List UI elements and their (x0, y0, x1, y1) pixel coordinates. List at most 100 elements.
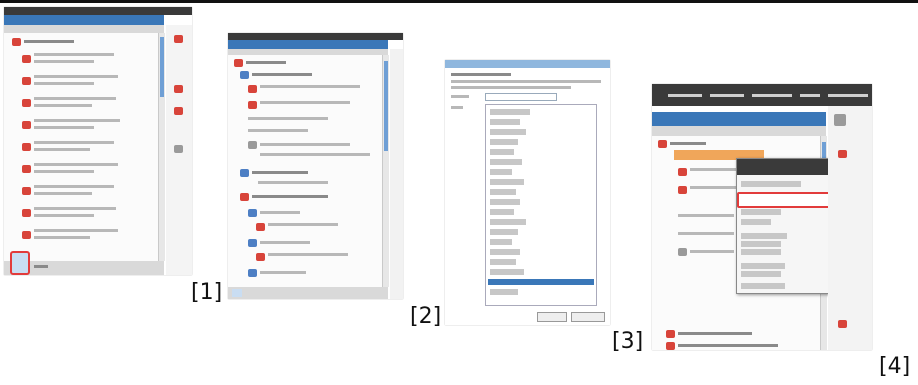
document-icon (248, 85, 257, 93)
document-icon (22, 165, 31, 173)
cancel-button[interactable] (571, 312, 605, 322)
list-option[interactable] (490, 289, 518, 295)
tree-row (670, 142, 706, 145)
toolbar-item[interactable] (800, 94, 820, 97)
scrollbar-thumb[interactable] (384, 61, 388, 151)
menu-item[interactable] (741, 181, 801, 187)
screenshot-1 (4, 7, 192, 275)
tree-list (228, 55, 388, 287)
right-pane (166, 25, 192, 275)
tree-row (34, 207, 116, 210)
screenshot-3 (445, 60, 610, 325)
list-option[interactable] (490, 209, 514, 215)
document-icon (174, 145, 183, 153)
folder-icon (666, 342, 675, 350)
menu-item[interactable] (741, 271, 781, 277)
field-label (451, 95, 469, 98)
tree-row (678, 344, 778, 347)
list-option[interactable] (490, 109, 530, 115)
list-option[interactable] (490, 239, 512, 245)
document-icon (22, 77, 31, 85)
list-option[interactable] (490, 169, 512, 175)
toolbar-item[interactable] (710, 94, 744, 97)
name-field[interactable] (485, 93, 557, 101)
tree-row (34, 229, 118, 232)
menu-item[interactable] (741, 283, 785, 289)
folder-icon (658, 140, 667, 148)
document-icon (22, 209, 31, 217)
browser-toolbar (228, 33, 403, 40)
list-option[interactable] (490, 229, 518, 235)
list-option[interactable] (490, 199, 520, 205)
menu-item[interactable] (741, 263, 785, 269)
list-option[interactable] (490, 119, 520, 125)
menu-item[interactable] (741, 241, 781, 247)
scrollbar[interactable] (158, 33, 165, 261)
toolbar-item[interactable] (752, 94, 792, 97)
tree-row (260, 241, 310, 244)
menu-item[interactable] (741, 233, 787, 239)
menu-item[interactable] (741, 249, 781, 255)
tree-row (690, 250, 734, 253)
menu-item[interactable] (741, 209, 781, 215)
tree-list (4, 33, 164, 261)
tree-row (34, 119, 120, 122)
scrollbar-thumb[interactable] (160, 37, 164, 97)
tree-row (34, 104, 92, 107)
tree-row (252, 73, 312, 76)
list-option-selected[interactable] (488, 279, 594, 285)
list-option[interactable] (490, 249, 520, 255)
document-icon (174, 35, 183, 43)
tree-row (258, 181, 328, 184)
tree-row (34, 236, 90, 239)
folder-icon (666, 330, 675, 338)
dialog-description (451, 80, 601, 83)
caption-1: [1] (191, 280, 223, 305)
folder-icon (240, 193, 249, 201)
tree-row (260, 211, 300, 214)
globe-icon (248, 209, 257, 217)
tree-row (34, 214, 94, 217)
document-icon (22, 55, 31, 63)
folder-icon (240, 169, 249, 177)
list-option[interactable] (490, 179, 524, 185)
panel-subheader (4, 25, 164, 33)
menu-item[interactable] (741, 219, 771, 225)
folder-icon (240, 71, 249, 79)
list-option[interactable] (490, 159, 522, 165)
field-label (451, 106, 463, 109)
document-icon (678, 186, 687, 194)
tree-row (268, 253, 348, 256)
highlighted-button[interactable] (10, 251, 30, 275)
list-option[interactable] (490, 259, 516, 265)
tree-row (260, 271, 306, 274)
scrollbar[interactable] (382, 55, 389, 287)
folder-icon (234, 59, 243, 67)
list-option[interactable] (490, 189, 516, 195)
document-icon (248, 101, 257, 109)
add-button[interactable] (232, 289, 242, 297)
panel-titlebar (228, 40, 388, 49)
toolbar-item[interactable] (668, 94, 702, 97)
globe-icon (248, 269, 257, 277)
document-icon (248, 141, 257, 149)
type-select-list[interactable] (485, 104, 597, 306)
tree-row (34, 60, 94, 63)
document-icon (22, 143, 31, 151)
list-option[interactable] (490, 219, 526, 225)
list-option[interactable] (490, 149, 514, 155)
document-icon (174, 85, 183, 93)
tree-row (248, 117, 328, 120)
tree-row (252, 171, 308, 174)
tree-row (34, 53, 114, 56)
toolbar-label (34, 265, 48, 268)
toolbar-item[interactable] (828, 94, 868, 97)
tree-row (678, 332, 752, 335)
document-icon (22, 231, 31, 239)
ok-button[interactable] (537, 312, 567, 322)
browser-toolbar (4, 7, 192, 15)
panel-subheader (652, 126, 826, 136)
list-option[interactable] (490, 139, 518, 145)
list-option[interactable] (490, 269, 524, 275)
list-option[interactable] (490, 129, 526, 135)
